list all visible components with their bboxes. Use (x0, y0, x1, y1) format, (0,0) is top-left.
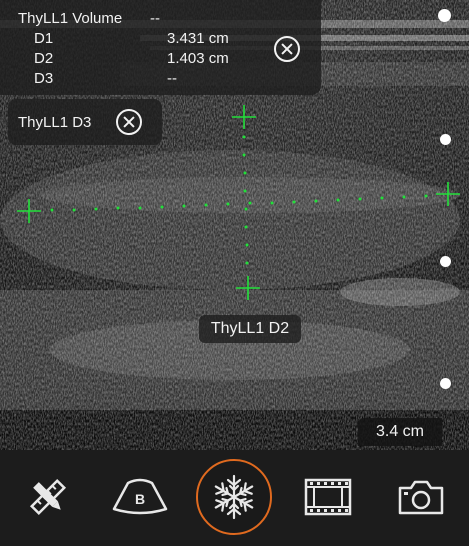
d2-caliper-label: ThyLL1 D2 (199, 315, 301, 343)
measure-tools-button[interactable] (10, 459, 86, 535)
camera-icon (398, 480, 444, 515)
b-mode-letter: B (135, 491, 145, 507)
depth-scale-marker (440, 256, 451, 267)
d2-label: D2 (34, 50, 54, 67)
b-mode-button[interactable]: B (102, 459, 178, 535)
d3-prompt-label: ThyLL1 D3 (18, 114, 92, 131)
d1-label: D1 (34, 30, 54, 47)
depth-scale-marker (440, 134, 451, 145)
capture-button[interactable] (383, 459, 459, 535)
d3-prompt-panel: ThyLL1 D3 (8, 99, 162, 145)
volume-value: -- (150, 10, 160, 27)
depth-scale-marker-top (438, 9, 451, 22)
volume-measurement-panel: ThyLL1 Volume -- D1 3.431 cm D2 1.403 cm… (0, 0, 321, 95)
ruler-pencil-icon (29, 478, 67, 516)
close-d3-icon[interactable] (116, 109, 142, 135)
d1-value: 3.431 cm (167, 30, 229, 47)
snowflake-icon (211, 474, 257, 520)
d3-value: -- (167, 70, 177, 87)
close-volume-icon[interactable] (274, 36, 300, 62)
bottom-toolbar: B (0, 450, 469, 546)
depth-indicator: 3.4 cm (358, 418, 442, 446)
d3-label: D3 (34, 70, 54, 87)
film-icon (304, 478, 352, 516)
d2-value: 1.403 cm (167, 50, 229, 67)
depth-scale-marker (440, 378, 451, 389)
b-mode-probe-icon: B (112, 478, 168, 515)
freeze-button[interactable] (196, 459, 272, 535)
cine-button[interactable] (290, 459, 366, 535)
ultrasound-viewport[interactable]: ThyLL1 Volume -- D1 3.431 cm D2 1.403 cm… (0, 0, 469, 450)
volume-title: ThyLL1 Volume (18, 10, 123, 27)
